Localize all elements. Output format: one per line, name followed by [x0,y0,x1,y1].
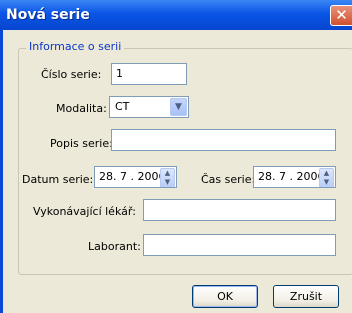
time-label: Čas serie: [201,173,256,186]
chevron-down-icon[interactable]: ▼ [170,98,187,116]
modality-label: Modalita: [56,102,107,115]
cancel-button[interactable]: Zrušit [273,285,339,308]
time-spinner[interactable]: ▲ ▼ [319,168,334,187]
series-number-label: Číslo serie: [41,68,102,81]
physician-input[interactable] [143,199,336,221]
ok-button[interactable]: OK [192,285,258,308]
technician-input[interactable] [143,234,336,256]
chevron-down-icon[interactable]: ▼ [161,178,174,187]
description-label: Popis serie: [50,137,113,150]
description-input[interactable] [111,129,336,151]
time-input[interactable]: 28. 7 . 2006 ▲ ▼ [253,166,336,188]
date-value: 28. 7 . 2006 [99,170,166,183]
chevron-down-icon[interactable]: ▼ [320,178,333,187]
close-button[interactable]: ✕ [330,5,352,26]
series-number-input[interactable]: 1 [111,63,187,85]
close-icon: ✕ [335,6,348,24]
group-title: Informace o serii [26,40,125,53]
date-label: Datum serie: [22,173,94,186]
technician-label: Laborant: [88,240,141,253]
date-input[interactable]: 28. 7 . 2006 ▲ ▼ [94,166,177,188]
date-spinner[interactable]: ▲ ▼ [160,168,175,187]
modality-value: CT [115,100,130,113]
chevron-up-icon[interactable]: ▲ [320,169,333,178]
window-title: Nová serie [6,7,90,23]
chevron-up-icon[interactable]: ▲ [161,169,174,178]
title-bar[interactable]: Nová serie ✕ [0,0,352,30]
physician-label: Vykonávající lékář: [33,205,136,218]
modality-select[interactable]: CT ▼ [109,96,189,118]
time-value: 28. 7 . 2006 [258,170,325,183]
